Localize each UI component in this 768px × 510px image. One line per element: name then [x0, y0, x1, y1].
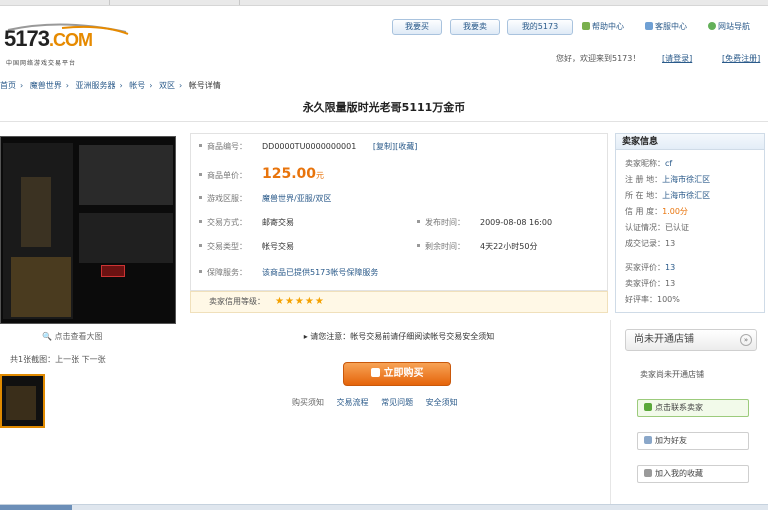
login-link[interactable]: [请登录]	[662, 53, 692, 64]
page-title: 永久限量版时光老哥5111万金币	[302, 101, 466, 114]
tab-segment[interactable]	[180, 0, 240, 5]
divider	[0, 121, 768, 122]
breadcrumb-current: 帐号详情	[188, 81, 221, 90]
seller-field: 信 用 度：1.00分	[625, 207, 688, 216]
seller-field: 卖家评价：13	[625, 279, 676, 288]
user-icon	[644, 436, 652, 444]
add-friend-button[interactable]: 加为好友	[637, 432, 749, 450]
browser-top-strip	[0, 0, 768, 6]
breadcrumb-item[interactable]: 首页	[0, 81, 16, 90]
tab-segment[interactable]	[60, 0, 110, 5]
register-link[interactable]: [免费注册]	[722, 53, 760, 64]
seller-field: 成交记录：13	[625, 239, 676, 248]
item-info-panel: 商品编号： DD0000TU0000000001 [复制][收藏] 商品单价： 12…	[190, 133, 608, 291]
breadcrumb-item[interactable]: 帐号	[129, 81, 145, 90]
seller-field: 买家评价：13	[625, 263, 676, 272]
info-row-server: 游戏区服： 魔兽世界/亚服/双区	[199, 192, 331, 206]
service-link[interactable]: 客服中心	[645, 21, 687, 33]
progress-segment	[0, 505, 72, 510]
contact-seller-button[interactable]: 点击联系卖家	[637, 399, 749, 417]
info-row-price: 商品单价： 125.00元	[199, 164, 324, 184]
seller-field: 认证情况：已认证	[625, 223, 689, 232]
open-shop-button[interactable]: 尚未开通店铺»	[625, 329, 757, 351]
service-icon	[645, 22, 653, 30]
buy-now-button[interactable]: 立即购买	[343, 362, 451, 386]
info-row-trade: 交易方式： 邮寄交易 发布时间： 2009-08-08 16:00	[199, 216, 599, 230]
zoom-link[interactable]: 🔍 点击查看大图	[42, 331, 103, 342]
info-row-id: 商品编号： DD0000TU0000000001 [复制][收藏]	[199, 140, 417, 154]
thumbs-label: 共1张截图：上一张 下一张	[10, 355, 106, 364]
guarantee-link[interactable]: 该商品已提供5173帐号保障服务	[262, 268, 378, 277]
help-icon	[582, 22, 590, 30]
cart-icon	[370, 368, 380, 377]
seller-field: 卖家昵称：cf	[625, 159, 673, 168]
buy-nav-button[interactable]: 我要买	[392, 19, 442, 35]
buy-help-links: 购买须知 交易流程 常见问题 安全须知	[292, 398, 458, 407]
add-favorite-button[interactable]: 加入我的收藏	[637, 465, 749, 483]
logo-tagline: 中国网络游戏交易平台	[6, 60, 77, 67]
person-icon	[644, 469, 652, 477]
status-bar	[0, 504, 768, 510]
price-value: 125.00	[262, 166, 317, 182]
site-nav-link[interactable]: 网站导航	[708, 21, 750, 33]
copy-favorite-link[interactable]: [复制][收藏]	[373, 142, 417, 151]
info-row-guarantee: 保障服务： 该商品已提供5173帐号保障服务	[199, 266, 378, 280]
breadcrumb: 首页 › 魔兽世界 › 亚洲服务器 › 帐号 › 双区 › 帐号详情	[0, 81, 221, 90]
column-divider	[610, 320, 611, 510]
help-link[interactable]: 安全须知	[426, 398, 458, 407]
breadcrumb-item[interactable]: 亚洲服务器	[76, 81, 116, 90]
arrow-right-icon: »	[740, 334, 752, 346]
welcome-row: 您好，欢迎来到5173！	[556, 54, 641, 63]
server-link[interactable]: 魔兽世界/亚服/双区	[262, 194, 331, 203]
game-screenshot[interactable]	[0, 136, 176, 324]
breadcrumb-item[interactable]: 魔兽世界	[30, 81, 62, 90]
info-row-type: 交易类型： 帐号交易 剩余时间： 4天22小时50分	[199, 240, 599, 254]
logo-text: 5173.COM	[4, 26, 93, 51]
seller-field: 注 册 地：上海市徐汇区	[625, 175, 711, 184]
seller-info-panel: 卖家信息 卖家昵称：cf 注 册 地：上海市徐汇区 所 在 地：上海市徐汇区 信…	[615, 133, 765, 313]
help-center-link[interactable]: 帮助中心	[582, 21, 624, 33]
safety-notice: ▸ 请您注意：帐号交易前请仔细阅读帐号交易安全须知	[303, 332, 495, 341]
site-logo[interactable]: 5173.COM 中国网络游戏交易平台	[2, 22, 132, 74]
help-link[interactable]: 交易流程	[337, 398, 369, 407]
sell-nav-button[interactable]: 我要卖	[450, 19, 500, 35]
seller-field: 好评率：100%	[625, 295, 680, 304]
seller-info-header: 卖家信息	[616, 134, 764, 150]
my-account-button[interactable]: 我的5173	[507, 19, 573, 35]
rating-stars: ★★★★★	[275, 296, 325, 307]
magnifier-icon: 🔍	[42, 332, 55, 341]
chat-icon	[644, 403, 652, 411]
seller-rating-bar: 卖家信用等级： ★★★★★	[190, 291, 608, 313]
seller-field: 所 在 地：上海市徐汇区	[625, 191, 711, 200]
breadcrumb-item[interactable]: 双区	[159, 81, 175, 90]
screenshot-thumbnail[interactable]	[0, 374, 45, 428]
nav-icon	[708, 22, 716, 30]
help-link[interactable]: 常见问题	[381, 398, 413, 407]
shop-status-text: 卖家尚未开通店铺	[640, 370, 704, 379]
